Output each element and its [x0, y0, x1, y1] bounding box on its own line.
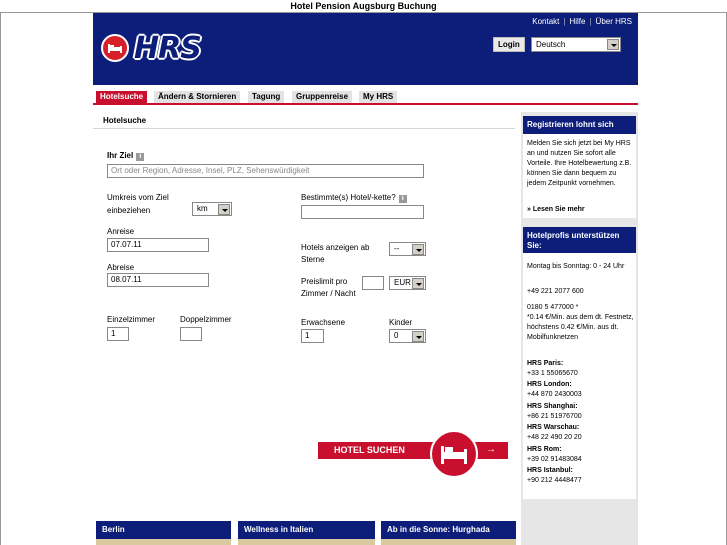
bed-icon	[101, 34, 129, 62]
destination-input[interactable]: Ort oder Region, Adresse, Insel, PLZ, Se…	[107, 164, 424, 178]
radius-label-2: einbeziehen	[107, 206, 151, 215]
office-city: HRS Shanghai:	[527, 403, 578, 410]
register-link[interactable]: » Lesen Sie mehr	[527, 205, 635, 215]
promo-image	[381, 539, 516, 545]
promo-wellness-italien[interactable]: Wellness in Italien	[238, 521, 375, 539]
office-phone: +86 21 51976700	[527, 413, 582, 420]
destination-label-text: Ihr Ziel	[107, 151, 134, 160]
section-title: Hotelsuche	[103, 116, 147, 125]
departure-date-input[interactable]: 08.07.11	[107, 273, 209, 287]
tab-gruppenreise[interactable]: Gruppenreise	[292, 91, 353, 103]
price-label-2: Zimmer / Nacht	[301, 289, 356, 298]
main-tabs: Hotelsuche Ändern & Stornieren Tagung Gr…	[93, 91, 638, 105]
office-city: HRS Warschau:	[527, 424, 580, 431]
promo-image	[96, 539, 231, 545]
office-phone: +39 02 91483084	[527, 456, 582, 463]
hrs-logo[interactable]: HRS	[101, 30, 202, 66]
login-button[interactable]: Login	[493, 37, 525, 52]
stars-value: --	[394, 244, 400, 253]
stars-label-1: Hotels anzeigen ab	[301, 243, 370, 252]
office-city: HRS London:	[527, 381, 572, 388]
promo-hurghada[interactable]: Ab in die Sonne: Hurghada	[381, 521, 516, 539]
chevron-down-icon	[412, 278, 424, 289]
contact-link[interactable]: Kontakt	[532, 17, 559, 26]
tab-hotelsuche[interactable]: Hotelsuche	[96, 91, 148, 103]
radius-value: km	[197, 204, 208, 213]
promo-image	[238, 539, 375, 545]
office-phone: +33 1 55065670	[527, 370, 578, 377]
arrival-label: Anreise	[107, 227, 135, 236]
office-city: HRS Istanbul:	[527, 467, 573, 474]
search-hotels-button[interactable]: HOTEL SUCHEN →	[318, 430, 508, 478]
search-button-badge	[430, 430, 478, 478]
top-links: Kontakt | Hilfe | Über HRS	[532, 17, 632, 26]
price-label-1: Preislimit pro	[301, 277, 348, 286]
arrival-date-input[interactable]: 07.07.11	[107, 238, 209, 252]
currency-select[interactable]: EUR	[389, 276, 426, 290]
office-city: HRS Paris:	[527, 360, 564, 367]
info-icon[interactable]: i	[398, 195, 407, 203]
office-city: HRS Rom:	[527, 446, 562, 453]
tab-tagung[interactable]: Tagung	[248, 91, 285, 103]
sidebar-bottom	[521, 512, 638, 545]
double-room-label: Doppelzimmer	[180, 315, 232, 324]
logo-text: HRS	[134, 30, 202, 66]
radius-label-1: Umkreis vom Ziel	[107, 193, 169, 202]
chevron-down-icon	[607, 39, 619, 50]
stars-label-2: Sterne	[301, 255, 325, 264]
register-box-title: Registrieren lohnt sich	[523, 116, 636, 134]
single-room-input[interactable]: 1	[107, 327, 129, 341]
children-value: 0	[394, 331, 399, 340]
chain-label: Bestimmte(s) Hotel/-kette? i	[301, 192, 407, 203]
single-room-label: Einzelzimmer	[107, 315, 156, 324]
price-limit-input[interactable]	[362, 276, 384, 290]
chain-label-text: Bestimmte(s) Hotel/-kette?	[301, 193, 396, 202]
divider	[93, 128, 515, 129]
support-phone-de: +49 221 2077 600	[527, 288, 584, 295]
about-link[interactable]: Über HRS	[596, 17, 632, 26]
tab-my-hrs[interactable]: My HRS	[359, 91, 398, 103]
help-link[interactable]: Hilfe	[569, 17, 585, 26]
stars-select[interactable]: --	[389, 242, 426, 256]
office-phone: +48 22 490 20 20	[527, 434, 582, 441]
tab-aendern-stornieren[interactable]: Ändern & Stornieren	[154, 91, 241, 103]
office-phone: +44 870 2430003	[527, 391, 582, 398]
bed-icon	[441, 446, 467, 464]
language-select[interactable]: Deutsch	[531, 37, 621, 52]
register-text: Melden Sie sich jetzt bei My HRS an und …	[527, 140, 632, 187]
double-room-input[interactable]	[180, 327, 202, 341]
language-value: Deutsch	[536, 40, 566, 49]
adults-label: Erwachsene	[301, 318, 346, 327]
link-separator: |	[589, 17, 592, 26]
support-hours: Montag bis Sonntag: 0 - 24 Uhr	[527, 263, 625, 270]
sidebar: Registrieren lohnt sich Melden Sie sich …	[521, 112, 638, 512]
search-button-label: HOTEL SUCHEN	[334, 445, 405, 455]
chevron-down-icon	[412, 244, 424, 255]
hotel-chain-input[interactable]	[301, 205, 424, 219]
support-premium-note: *0.14 €/Min. aus dem dt. Festnetz, höchs…	[527, 314, 634, 341]
support-phone-premium: 0180 5 477000 *	[527, 304, 579, 311]
radius-select[interactable]: km	[192, 202, 232, 216]
children-select[interactable]: 0	[389, 329, 426, 343]
site-header: HRS Kontakt | Hilfe | Über HRS Login Deu…	[93, 13, 638, 85]
office-phone: +90 212 4448477	[527, 477, 582, 484]
chevron-down-icon	[412, 331, 424, 342]
support-box-title: Hotelprofis unterstützen Sie:	[523, 227, 636, 255]
destination-label: Ihr Ziel i	[107, 150, 145, 161]
hotel-search-form: Hotelsuche Ihr Ziel i Ort oder Region, Ad…	[93, 112, 515, 512]
children-label: Kinder	[389, 318, 413, 327]
departure-label: Abreise	[107, 263, 135, 272]
link-separator: |	[563, 17, 566, 26]
arrow-right-icon: →	[486, 444, 496, 455]
chevron-down-icon	[218, 204, 230, 215]
info-icon[interactable]: i	[136, 153, 145, 161]
currency-value: EUR	[394, 278, 411, 287]
window-title: Hotel Pension Augsburg Buchung	[290, 1, 437, 11]
adults-input[interactable]: 1	[301, 329, 324, 343]
promo-berlin[interactable]: Berlin	[96, 521, 231, 539]
